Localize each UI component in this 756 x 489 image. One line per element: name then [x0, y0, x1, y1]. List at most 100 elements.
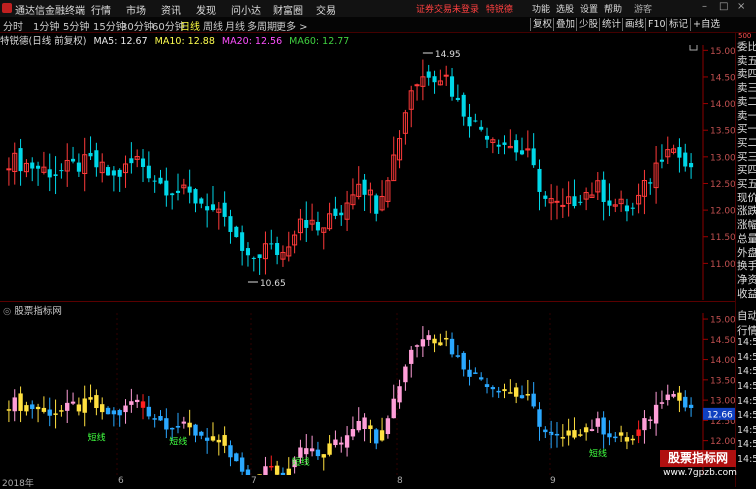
- candle-body: [105, 167, 111, 176]
- indicator-bar: [327, 443, 332, 455]
- price-tick-label: 15.00: [710, 47, 735, 57]
- menu-wealth[interactable]: 财富圈: [273, 2, 303, 17]
- menu-discover[interactable]: 发现: [196, 2, 216, 17]
- indicator-bar: [70, 401, 76, 404]
- guest-label[interactable]: 游客: [634, 2, 652, 15]
- candle-body: [473, 120, 478, 122]
- close-icon[interactable]: ×: [737, 1, 745, 12]
- candle-body: [443, 74, 449, 77]
- menu-ask[interactable]: 问小达: [231, 2, 261, 17]
- tick-time-label: 14:50: [737, 366, 756, 378]
- period-tab-intraday[interactable]: 分时: [3, 18, 23, 33]
- indicator-bar: [140, 401, 146, 408]
- indicator-chart[interactable]: 15.0014.5014.0013.5013.0012.5012.0011.50…: [0, 313, 735, 475]
- watermark-url: www.7gpzb.com: [663, 468, 737, 478]
- indicator-bar: [339, 442, 344, 445]
- app-logo-icon: [2, 3, 12, 13]
- menu-settings[interactable]: 设置: [580, 2, 598, 15]
- tick-time-label: 14:50: [737, 395, 756, 407]
- period-tab-more[interactable]: 更多 >: [276, 18, 308, 33]
- candle-body: [222, 202, 227, 217]
- candle-body: [245, 248, 251, 256]
- menu-trade[interactable]: 交易: [316, 2, 336, 17]
- candle-body: [146, 165, 151, 179]
- price-tick-label: 13.50: [710, 376, 735, 386]
- quote-side-panel[interactable]: 委比 卖五 卖四 卖三 卖二 卖一 买一 买二 买三 买四 买五 现价 涨跌 涨幅 总量 外盘 换手 净资 收益 自动…: [735, 32, 756, 487]
- f10-button[interactable]: F10: [645, 18, 668, 31]
- watermark: 股票指标网 www.7gpzb.com: [660, 450, 740, 480]
- candle-body: [199, 198, 204, 204]
- price-tick-label: 12.00: [710, 437, 735, 447]
- indicator-bar: [41, 407, 47, 412]
- indicator-bar: [35, 406, 41, 410]
- indicator-bar: [391, 398, 396, 419]
- indicator-bar: [613, 436, 618, 439]
- candle-body: [683, 152, 688, 167]
- menu-help[interactable]: 帮助: [604, 2, 622, 15]
- price-tick-label: 11.00: [710, 260, 735, 270]
- period-tab-weekly[interactable]: 周线: [203, 18, 223, 33]
- candle-body: [315, 221, 320, 231]
- minimize-icon[interactable]: –: [702, 1, 707, 12]
- statistics-button[interactable]: 统计: [599, 18, 623, 31]
- menu-news[interactable]: 资讯: [161, 2, 181, 17]
- candle-body: [111, 170, 116, 176]
- indicator-bar: [648, 419, 653, 421]
- indicator-bar: [350, 429, 356, 437]
- indicator-bar: [362, 417, 367, 429]
- mark-button[interactable]: 标记: [666, 18, 690, 31]
- watermark-title: 股票指标网: [660, 450, 736, 467]
- indicator-bar: [47, 409, 52, 416]
- menu-select-stock[interactable]: 选股: [556, 2, 574, 15]
- indicator-bar: [321, 454, 326, 458]
- indicator-bar: [65, 402, 70, 411]
- indicator-bar: [257, 474, 262, 475]
- candle-body: [170, 193, 175, 196]
- candle-body: [677, 147, 682, 158]
- menu-function[interactable]: 功能: [532, 2, 550, 15]
- indicator-bar: [578, 434, 583, 436]
- menu-quote[interactable]: 行情: [91, 2, 111, 17]
- draw-line-button[interactable]: 画线: [622, 18, 646, 31]
- indicator-bar: [169, 427, 175, 430]
- indicator-bar: [531, 393, 536, 407]
- indicator-bar: [519, 395, 525, 399]
- indicator-bar: [595, 418, 600, 427]
- indicator-bar: [583, 427, 589, 433]
- period-tab-daily[interactable]: 日线: [180, 18, 200, 33]
- fewer-stocks-button[interactable]: 少股: [576, 18, 600, 31]
- indicator-bar: [572, 430, 577, 438]
- indicator-bar: [379, 430, 385, 441]
- candle-body: [205, 206, 210, 211]
- period-tab-monthly[interactable]: 月线: [225, 18, 245, 33]
- indicator-bar: [187, 422, 192, 428]
- tag-500: 500: [738, 32, 752, 40]
- candle-body: [554, 200, 560, 203]
- ma-legend: 特锐德(日线 前复权) MA5: 12.67 MA10: 12.88 MA20:…: [0, 33, 353, 47]
- indicator-bar: [129, 401, 134, 405]
- maximize-icon[interactable]: □: [719, 1, 728, 12]
- tick-time-label: 14:50: [737, 439, 756, 451]
- adjust-button[interactable]: 复权: [530, 18, 554, 31]
- add-watchlist-button[interactable]: +自选: [690, 18, 722, 31]
- period-tab-5min[interactable]: 5分钟: [63, 18, 89, 33]
- menu-market[interactable]: 市场: [126, 2, 146, 17]
- tick-time-label: 14:50: [737, 351, 756, 363]
- status-stock: 特锐德: [485, 5, 513, 15]
- indicator-bar: [117, 410, 122, 416]
- indicator-bar: [438, 342, 443, 346]
- chart-expand-icon[interactable]: [689, 45, 698, 51]
- candle-body: [76, 162, 81, 172]
- candle-body: [362, 179, 367, 195]
- candle-body: [455, 97, 460, 100]
- overlay-button[interactable]: 叠加: [553, 18, 577, 31]
- indicator-bar: [269, 465, 274, 468]
- indicator-bar: [76, 404, 82, 412]
- candle-body: [572, 196, 577, 207]
- period-tab-1min[interactable]: 1分钟: [33, 18, 59, 33]
- period-tab-multi[interactable]: 多周期: [247, 18, 277, 33]
- indicator-bar: [199, 431, 204, 436]
- title-bar: 通达信金融终端 行情 市场 资讯 发现 问小达 财富圈 交易 证券交易未登录 特…: [0, 0, 756, 18]
- candlestick-chart[interactable]: 15.00 14.50 14.00 13.50 13.00 12.50 12.00 11.50…: [0, 45, 735, 300]
- period-tab-30min[interactable]: 30分钟: [121, 18, 154, 33]
